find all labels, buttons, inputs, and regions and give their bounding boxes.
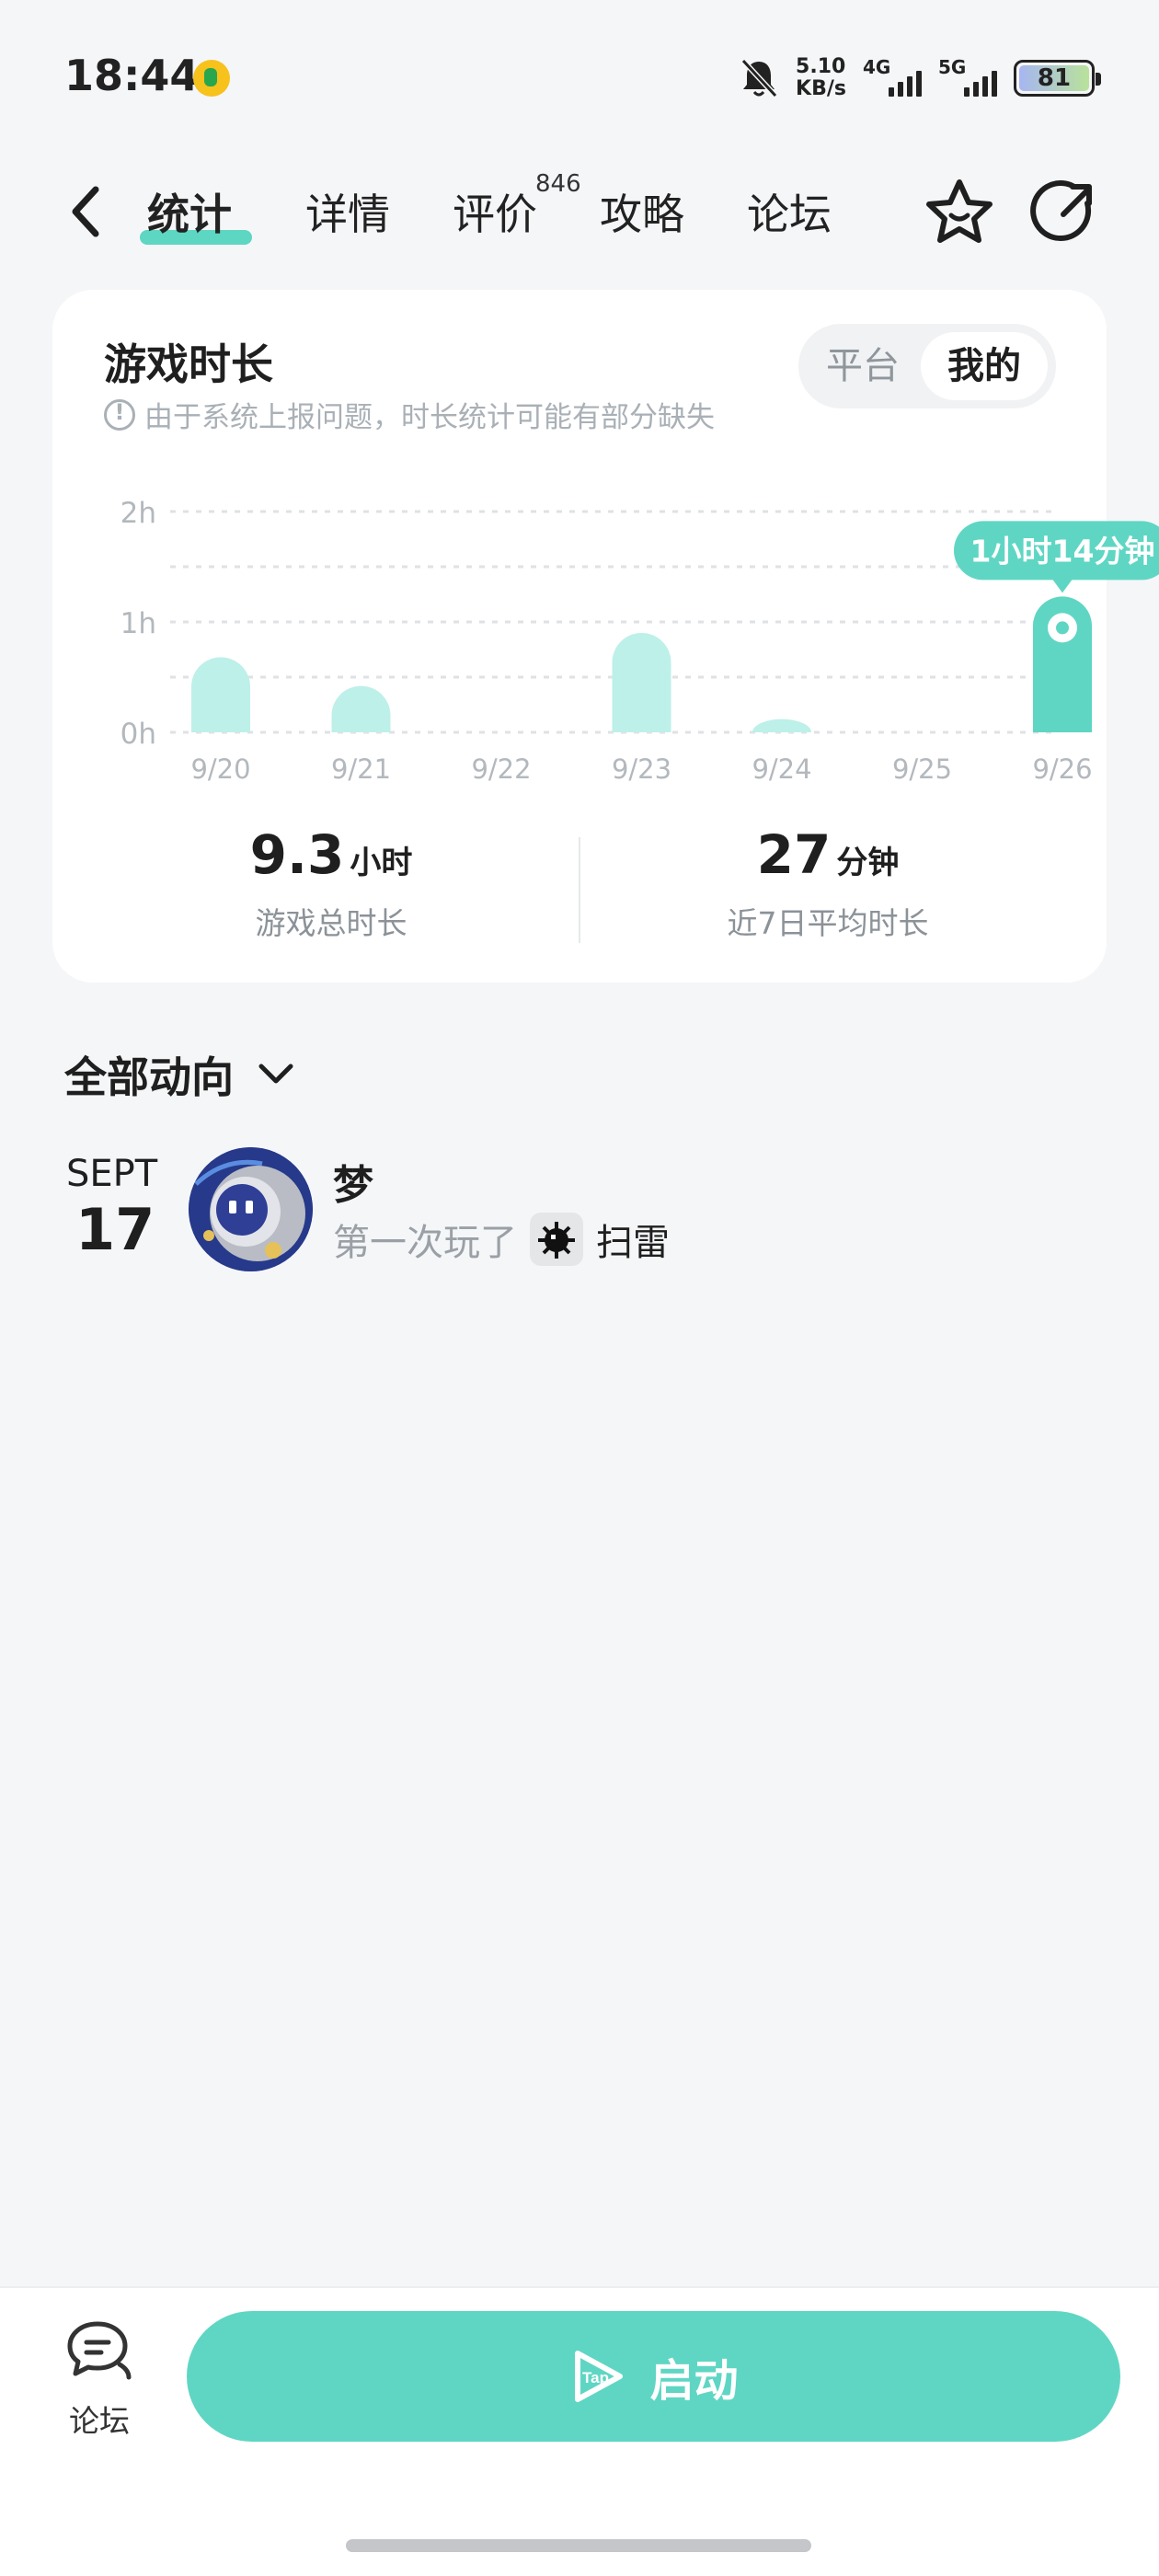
chart-bar	[191, 657, 250, 732]
toggle-platform[interactable]: 平台	[798, 324, 927, 408]
x-tick-label: 9/25	[892, 753, 952, 785]
battery-level: 81	[1019, 64, 1089, 92]
activity-date-day: 17	[75, 1196, 155, 1263]
activity-filter-dropdown[interactable]: 全部动向	[64, 1044, 296, 1105]
status-time: 18:44	[64, 51, 200, 100]
mute-bell-icon	[740, 58, 778, 98]
total-playtime-stat: 9.3 小时 游戏总时长	[147, 823, 515, 943]
taptap-logo-icon: Tap	[575, 2351, 624, 2402]
launch-label: 启动	[649, 2355, 739, 2407]
minesweeper-icon[interactable]	[530, 1213, 583, 1266]
total-playtime-unit: 小时	[350, 845, 413, 881]
signal-5g: 5G	[938, 56, 997, 100]
activity-user-name[interactable]: 梦	[333, 1152, 373, 1211]
stat-divider	[579, 837, 580, 943]
network-speed-unit: KB/s	[796, 77, 846, 100]
signal-4g: 4G	[863, 56, 922, 100]
star-icon[interactable]	[923, 175, 996, 248]
average-playtime-value: 27	[756, 823, 832, 886]
svg-text:Tap: Tap	[582, 2369, 609, 2386]
share-icon[interactable]	[1030, 178, 1100, 247]
tooltip-label: 1小时14分钟	[970, 533, 1155, 569]
tab-reviews[interactable]: 评价	[453, 181, 537, 242]
x-tick-label: 9/20	[190, 753, 250, 785]
card-title: 游戏时长	[104, 339, 273, 389]
bar-marker-dot	[1056, 621, 1069, 635]
activity-game-name[interactable]: 扫雷	[596, 1213, 670, 1266]
toggle-mine[interactable]: 我的	[921, 332, 1048, 400]
y-tick-label: 0h	[120, 718, 156, 751]
tab-guides[interactable]: 攻略	[600, 181, 684, 242]
y-tick-label: 1h	[120, 607, 156, 640]
launch-button[interactable]: Tap 启动	[187, 2311, 1120, 2442]
chart-bar	[331, 685, 391, 732]
note-text: 由于系统上报问题，时长统计可能有部分缺失	[144, 401, 715, 434]
chart-bar	[752, 719, 811, 732]
signal-icon	[964, 71, 997, 97]
network-type-label: 4G	[863, 56, 891, 78]
tooltip-pointer	[1052, 579, 1073, 593]
activity-date-month: SEPT	[66, 1153, 158, 1195]
home-indicator[interactable]	[346, 2539, 811, 2552]
network-type-label: 5G	[938, 56, 967, 78]
total-playtime-label: 游戏总时长	[255, 905, 407, 941]
tab-stats[interactable]: 统计	[147, 181, 232, 242]
tab-details[interactable]: 详情	[305, 181, 390, 242]
x-tick-label: 9/24	[752, 753, 811, 785]
avatar[interactable]	[189, 1147, 313, 1271]
activity-description: 第一次玩了 扫雷	[333, 1213, 670, 1266]
activity-action: 第一次玩了	[333, 1222, 517, 1264]
network-speed: 5.10 KB/s	[796, 56, 846, 100]
app-notification-icon	[193, 60, 230, 97]
x-tick-label: 9/23	[612, 753, 671, 785]
average-playtime-unit: 分钟	[836, 845, 900, 881]
total-playtime-value: 9.3	[249, 823, 345, 886]
section-title: 全部动向	[64, 1052, 234, 1102]
chevron-down-icon	[258, 1064, 293, 1084]
network-speed-value: 5.10	[796, 55, 846, 78]
forum-label[interactable]: 论坛	[64, 2397, 134, 2441]
signal-icon	[889, 71, 922, 97]
info-icon	[104, 398, 135, 431]
chart-bar	[612, 633, 671, 732]
average-playtime-label: 近7日平均时长	[727, 905, 929, 941]
playtime-bar-chart: 0h 1h 2h 9/20 9/21 9/22 9/23 9/24 9/25 1小时14分钟 9/2…	[120, 497, 1159, 785]
x-tick-label: 9/26	[1032, 753, 1092, 785]
review-count-badge: 846	[535, 170, 581, 198]
battery-icon: 81	[1014, 60, 1101, 97]
status-indicators: 5.10 KB/s 4G 5G 81	[739, 51, 1101, 106]
source-toggle: 平台 我的	[798, 324, 1056, 408]
card-note: 由于系统上报问题，时长统计可能有部分缺失	[104, 394, 715, 435]
x-tick-label: 9/21	[331, 753, 391, 785]
forum-chat-icon[interactable]	[64, 2318, 134, 2383]
tab-forum[interactable]: 论坛	[747, 181, 832, 242]
x-tick-label: 9/22	[471, 753, 531, 785]
back-chevron-icon[interactable]	[64, 184, 110, 239]
y-tick-label: 2h	[120, 497, 156, 530]
average-playtime-stat: 27 分钟 近7日平均时长	[644, 823, 1012, 943]
